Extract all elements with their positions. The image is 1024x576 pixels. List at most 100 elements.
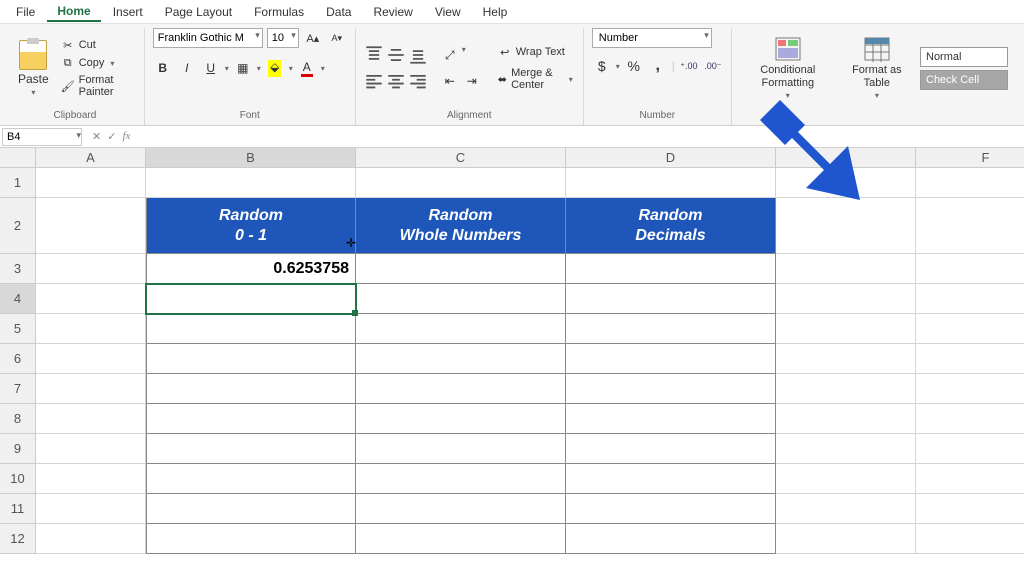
cell-E8[interactable] — [776, 404, 916, 434]
tab-data[interactable]: Data — [316, 3, 361, 21]
cell-A5[interactable] — [36, 314, 146, 344]
cell-B9[interactable] — [146, 434, 356, 464]
cell-A12[interactable] — [36, 524, 146, 554]
col-header-B[interactable]: B — [146, 148, 356, 168]
cell-A4[interactable] — [36, 284, 146, 314]
row-header-9[interactable]: 9 — [0, 434, 36, 464]
cell-C2[interactable]: RandomWhole Numbers — [356, 198, 566, 254]
align-bottom-icon[interactable] — [408, 45, 428, 65]
copy-button[interactable]: ⧉Copy▾ — [59, 55, 136, 71]
format-as-table-button[interactable]: Format as Table▾ — [842, 34, 912, 101]
row-header-2[interactable]: 2 — [0, 198, 36, 254]
cell-D2[interactable]: RandomDecimals — [566, 198, 776, 254]
font-size-select[interactable] — [267, 28, 299, 48]
cell-B7[interactable] — [146, 374, 356, 404]
cell-E3[interactable] — [776, 254, 916, 284]
row-header-3[interactable]: 3 — [0, 254, 36, 284]
cell-B8[interactable] — [146, 404, 356, 434]
cell-D1[interactable] — [566, 168, 776, 198]
name-box[interactable] — [0, 128, 84, 146]
cell-F11[interactable] — [916, 494, 1024, 524]
col-header-A[interactable]: A — [36, 148, 146, 168]
cell-D8[interactable] — [566, 404, 776, 434]
cell-F4[interactable] — [916, 284, 1024, 314]
tab-view[interactable]: View — [425, 3, 471, 21]
merge-center-button[interactable]: ⬌Merge & Center▾ — [496, 66, 575, 92]
number-format-select[interactable] — [592, 28, 712, 48]
style-check-cell[interactable]: Check Cell — [920, 70, 1008, 90]
cell-C7[interactable] — [356, 374, 566, 404]
cut-button[interactable]: ✂Cut — [59, 37, 136, 53]
select-all-corner[interactable] — [0, 148, 36, 168]
cell-E12[interactable] — [776, 524, 916, 554]
decrease-decimal-button[interactable]: .00⁻ — [703, 56, 723, 76]
cell-F5[interactable] — [916, 314, 1024, 344]
cell-D5[interactable] — [566, 314, 776, 344]
cell-C11[interactable] — [356, 494, 566, 524]
row-header-8[interactable]: 8 — [0, 404, 36, 434]
percent-button[interactable]: % — [624, 56, 644, 76]
cell-E1[interactable] — [776, 168, 916, 198]
row-header-4[interactable]: 4 — [0, 284, 36, 314]
increase-font-icon[interactable]: A▴ — [303, 28, 323, 48]
paste-button[interactable]: Paste ▾ — [14, 38, 53, 99]
cell-A11[interactable] — [36, 494, 146, 524]
cell-A3[interactable] — [36, 254, 146, 284]
tab-formulas[interactable]: Formulas — [244, 3, 314, 21]
cell-B3[interactable]: 0.6253758 — [146, 254, 356, 284]
row-header-10[interactable]: 10 — [0, 464, 36, 494]
format-painter-button[interactable]: 🖌Format Painter — [59, 73, 136, 99]
cell-B12[interactable] — [146, 524, 356, 554]
col-header-E[interactable]: E — [776, 148, 916, 168]
cell-D11[interactable] — [566, 494, 776, 524]
cell-A6[interactable] — [36, 344, 146, 374]
font-name-select[interactable] — [153, 28, 263, 48]
align-left-icon[interactable] — [364, 71, 384, 91]
cell-D12[interactable] — [566, 524, 776, 554]
cell-E9[interactable] — [776, 434, 916, 464]
conditional-formatting-button[interactable]: Conditional Formatting▾ — [740, 34, 836, 101]
tab-file[interactable]: File — [6, 3, 45, 21]
col-header-F[interactable]: F — [916, 148, 1024, 168]
cell-C10[interactable] — [356, 464, 566, 494]
align-middle-icon[interactable] — [386, 45, 406, 65]
increase-indent-icon[interactable]: ⇥ — [462, 71, 482, 91]
border-button[interactable]: ▦ — [233, 58, 253, 78]
align-top-icon[interactable] — [364, 45, 384, 65]
row-header-12[interactable]: 12 — [0, 524, 36, 554]
col-header-C[interactable]: C — [356, 148, 566, 168]
cell-D4[interactable] — [566, 284, 776, 314]
row-header-6[interactable]: 6 — [0, 344, 36, 374]
cell-D6[interactable] — [566, 344, 776, 374]
cell-A7[interactable] — [36, 374, 146, 404]
tab-page-layout[interactable]: Page Layout — [155, 3, 242, 21]
col-header-D[interactable]: D — [566, 148, 776, 168]
cell-A9[interactable] — [36, 434, 146, 464]
cell-D7[interactable] — [566, 374, 776, 404]
cell-E4[interactable] — [776, 284, 916, 314]
orientation-icon[interactable]: ⤢ — [440, 45, 460, 65]
cell-E10[interactable] — [776, 464, 916, 494]
comma-style-button[interactable]: , — [648, 56, 668, 76]
cell-F3[interactable] — [916, 254, 1024, 284]
cell-D10[interactable] — [566, 464, 776, 494]
cell-C6[interactable] — [356, 344, 566, 374]
bold-button[interactable]: B — [153, 58, 173, 78]
cell-F6[interactable] — [916, 344, 1024, 374]
cell-A2[interactable] — [36, 198, 146, 254]
cell-E11[interactable] — [776, 494, 916, 524]
tab-help[interactable]: Help — [473, 3, 518, 21]
cell-F1[interactable] — [916, 168, 1024, 198]
font-color-button[interactable]: A — [297, 58, 317, 78]
cell-D9[interactable] — [566, 434, 776, 464]
cell-F10[interactable] — [916, 464, 1024, 494]
tab-home[interactable]: Home — [47, 2, 100, 22]
align-center-icon[interactable] — [386, 71, 406, 91]
cell-A8[interactable] — [36, 404, 146, 434]
cell-B2[interactable]: Random0 - 1 — [146, 198, 356, 254]
cell-C3[interactable] — [356, 254, 566, 284]
tab-review[interactable]: Review — [363, 3, 422, 21]
cell-B1[interactable] — [146, 168, 356, 198]
currency-button[interactable]: $ — [592, 56, 612, 76]
cell-E5[interactable] — [776, 314, 916, 344]
